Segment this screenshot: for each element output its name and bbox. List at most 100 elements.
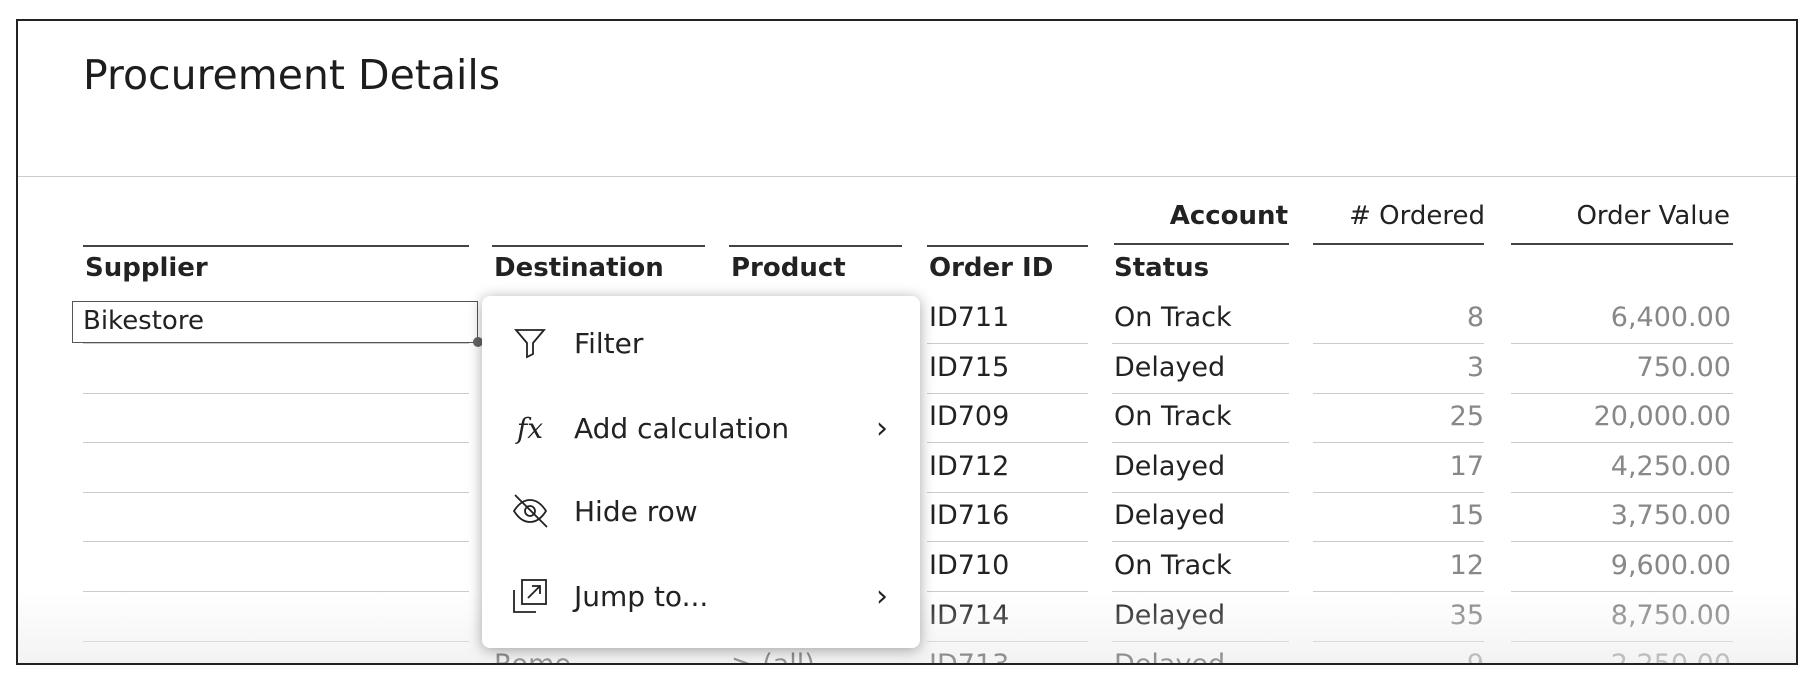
cell-ordered[interactable]: 9 — [1284, 649, 1484, 663]
cell-value[interactable]: 8,750.00 — [1531, 600, 1731, 632]
header-ordered[interactable]: # Ordered — [1315, 201, 1485, 231]
cell-destination[interactable]: Rome — [494, 649, 571, 663]
cell-product[interactable]: > (all) — [731, 649, 815, 663]
row-divider — [1313, 491, 1484, 493]
header-account[interactable]: Account — [1115, 201, 1288, 231]
row-divider — [1511, 442, 1733, 444]
row-divider — [1112, 343, 1289, 344]
page-title: Procurement Details — [83, 51, 501, 99]
cell-status[interactable]: Delayed — [1114, 649, 1225, 663]
cell-status[interactable]: Delayed — [1114, 352, 1225, 384]
cell-ordered[interactable]: 25 — [1284, 401, 1484, 433]
row-divider — [1511, 491, 1733, 493]
row-divider — [1112, 442, 1289, 444]
cell-order-id[interactable]: ID714 — [929, 600, 1009, 632]
header-line — [1114, 243, 1289, 245]
row-divider — [83, 541, 469, 543]
row-divider — [1112, 491, 1289, 493]
cell-value[interactable]: 4,250.00 — [1531, 451, 1731, 483]
menu-item-label: Filter — [574, 326, 644, 360]
cell-order-id[interactable]: ID711 — [929, 302, 1009, 334]
menu-item-hide-row[interactable]: Hide row — [482, 476, 920, 546]
row-divider — [1313, 442, 1484, 444]
cell-value[interactable]: 750.00 — [1531, 352, 1731, 384]
menu-item-label: Jump to... — [574, 579, 709, 613]
header-line — [729, 245, 902, 247]
fx-icon: fx — [516, 411, 544, 445]
cell-ordered[interactable]: 12 — [1284, 550, 1484, 582]
row-divider — [1313, 640, 1484, 642]
row-divider — [83, 640, 469, 642]
row-divider — [83, 442, 469, 444]
cell-ordered[interactable]: 35 — [1284, 600, 1484, 632]
selected-supplier-cell[interactable]: Bikestore — [72, 301, 478, 343]
cell-order-id[interactable]: ID713 — [929, 649, 1009, 663]
cell-ordered[interactable]: 15 — [1284, 500, 1484, 532]
header-line — [927, 245, 1088, 247]
header-order-value[interactable]: Order Value — [1513, 201, 1730, 231]
row-divider — [83, 491, 469, 493]
row-divider — [1313, 343, 1484, 344]
cell-value[interactable]: 6,400.00 — [1531, 302, 1731, 334]
menu-item-label: Add calculation — [574, 411, 790, 445]
cell-ordered[interactable]: 8 — [1284, 302, 1484, 334]
cell-value[interactable]: 3,750.00 — [1531, 500, 1731, 532]
row-divider — [1313, 541, 1484, 543]
cell-value[interactable]: 2,250.00 — [1531, 649, 1731, 663]
row-divider — [927, 442, 1088, 444]
row-divider — [1511, 392, 1733, 394]
cell-value[interactable]: 9,600.00 — [1531, 550, 1731, 582]
cell-status[interactable]: Delayed — [1114, 600, 1225, 632]
cell-ordered[interactable]: 3 — [1284, 352, 1484, 384]
chevron-right-icon: › — [876, 578, 888, 614]
row-divider — [1511, 640, 1733, 642]
header-line — [83, 245, 469, 247]
cell-ordered[interactable]: 17 — [1284, 451, 1484, 483]
row-divider — [927, 392, 1088, 394]
chevron-right-icon: › — [876, 410, 888, 446]
header-status[interactable]: Status — [1114, 253, 1209, 283]
cell-order-id[interactable]: ID715 — [929, 352, 1009, 384]
row-divider — [1112, 541, 1289, 543]
cell-order-id[interactable]: ID712 — [929, 451, 1009, 483]
cell-status[interactable]: On Track — [1114, 302, 1232, 334]
cell-status[interactable]: On Track — [1114, 550, 1232, 582]
menu-item-label: Hide row — [574, 494, 698, 528]
cell-status[interactable]: On Track — [1114, 401, 1232, 433]
row-divider — [1112, 591, 1289, 592]
header-order-id[interactable]: Order ID — [929, 253, 1053, 283]
row-divider — [83, 591, 469, 592]
row-divider — [927, 491, 1088, 493]
filter-icon — [510, 323, 550, 363]
row-divider — [1112, 640, 1289, 642]
row-divider — [927, 591, 1088, 592]
row-divider — [1313, 392, 1484, 394]
cell-order-id[interactable]: ID709 — [929, 401, 1009, 433]
row-divider — [927, 640, 1088, 642]
cell-value[interactable]: 20,000.00 — [1531, 401, 1731, 433]
header-line — [1511, 243, 1733, 245]
row-divider — [83, 392, 469, 394]
row-divider — [927, 541, 1088, 543]
context-menu: Filter fx Add calculation › Hide row Jum… — [482, 296, 920, 648]
cell-status[interactable]: Delayed — [1114, 451, 1225, 483]
header-destination[interactable]: Destination — [494, 253, 664, 283]
header-product[interactable]: Product — [731, 253, 846, 283]
cell-order-id[interactable]: ID710 — [929, 550, 1009, 582]
header-line — [492, 245, 705, 247]
hide-eye-icon — [510, 491, 550, 531]
menu-item-jump-to[interactable]: Jump to... › — [482, 561, 920, 631]
procurement-details-widget: Procurement Details Account # Ordered Or… — [16, 19, 1798, 665]
row-divider — [1511, 541, 1733, 543]
menu-item-add-calculation[interactable]: fx Add calculation › — [482, 393, 920, 463]
menu-item-filter[interactable]: Filter — [482, 308, 920, 378]
cell-order-id[interactable]: ID716 — [929, 500, 1009, 532]
row-divider — [1511, 591, 1733, 592]
row-divider — [927, 343, 1088, 344]
row-divider — [1112, 392, 1289, 394]
header-supplier[interactable]: Supplier — [85, 253, 208, 283]
cell-status[interactable]: Delayed — [1114, 500, 1225, 532]
row-divider — [1313, 591, 1484, 592]
row-divider — [83, 343, 469, 344]
header-line — [1313, 243, 1484, 245]
